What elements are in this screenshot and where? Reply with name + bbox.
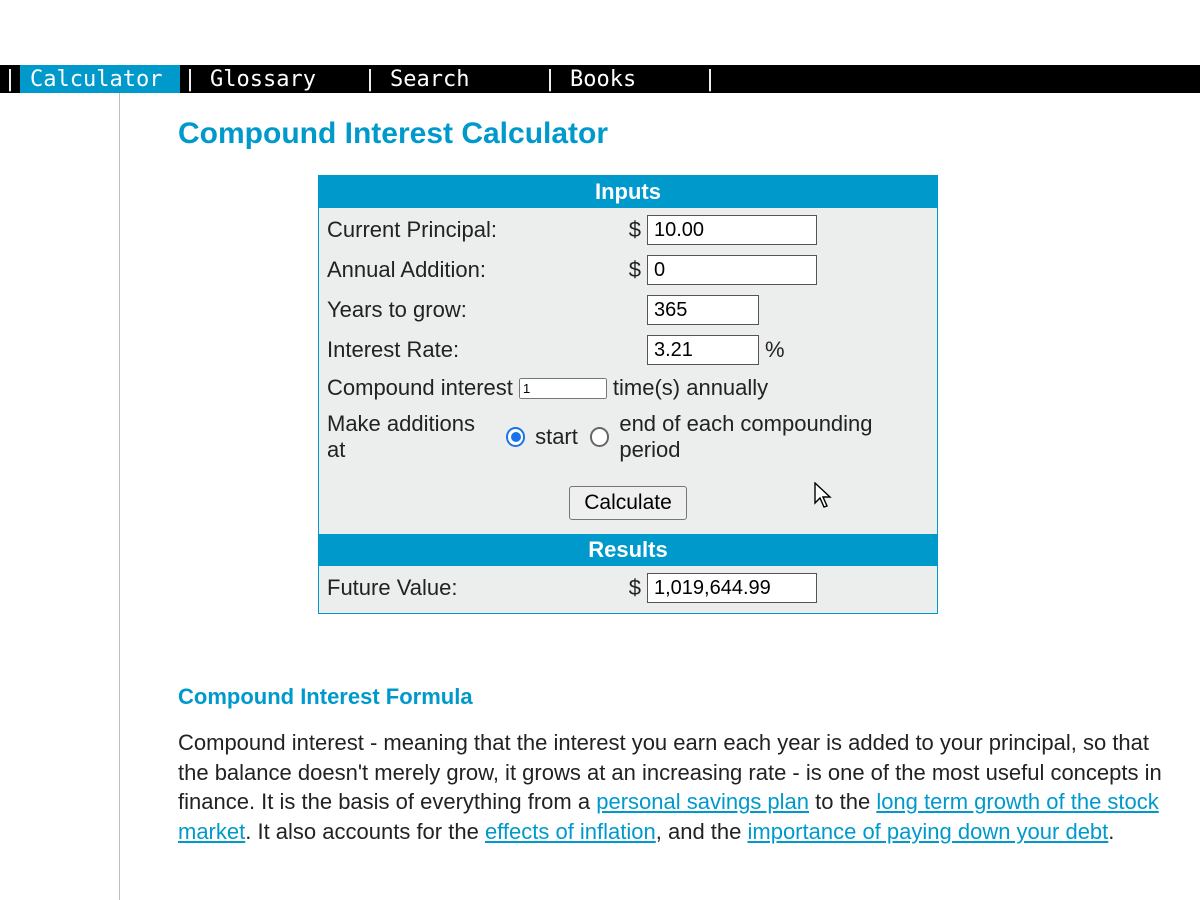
calculator-panel: Inputs Current Principal: $ Annual Addit…	[318, 175, 938, 614]
dollar-sign: $	[617, 575, 647, 601]
input-addition[interactable]	[647, 255, 817, 285]
label-end-suffix: end of each compounding period	[619, 411, 929, 463]
label-compound-suffix: time(s) annually	[613, 375, 768, 401]
nav-label: Books	[570, 67, 636, 92]
inputs-header: Inputs	[319, 176, 937, 208]
nav-separator: |	[0, 65, 20, 93]
link-personal-savings-plan[interactable]: personal savings plan	[596, 789, 809, 814]
nav-label: Search	[390, 67, 469, 92]
left-divider	[0, 93, 120, 865]
percent-sign: %	[765, 337, 785, 363]
row-principal: Current Principal: $	[319, 210, 937, 250]
label-future-value: Future Value:	[327, 575, 617, 601]
nav-item-search[interactable]: Search	[380, 65, 540, 93]
output-future-value[interactable]	[647, 573, 817, 603]
label-rate: Interest Rate:	[327, 337, 617, 363]
radio-start[interactable]	[506, 427, 525, 447]
row-future-value: Future Value: $	[319, 568, 937, 613]
link-paying-down-debt[interactable]: importance of paying down your debt	[748, 819, 1109, 844]
inputs-form: Current Principal: $ Annual Addition: $ …	[319, 208, 937, 534]
label-addition: Annual Addition:	[327, 257, 617, 283]
text-segment: .	[1108, 819, 1114, 844]
nav-label: Calculator	[30, 67, 162, 92]
main-content: Compound Interest Calculator Inputs Curr…	[120, 93, 1180, 865]
nav-separator: |	[180, 65, 200, 93]
input-rate[interactable]	[647, 335, 759, 365]
row-compound-times: Compound interest time(s) annually	[319, 370, 937, 406]
nav-separator: |	[700, 65, 720, 93]
link-effects-of-inflation[interactable]: effects of inflation	[485, 819, 656, 844]
nav-item-glossary[interactable]: Glossary	[200, 65, 360, 93]
nav-separator: |	[540, 65, 560, 93]
calculate-button[interactable]: Calculate	[569, 486, 687, 520]
top-whitespace	[0, 0, 1200, 65]
radio-end[interactable]	[590, 427, 609, 447]
row-calculate: Calculate	[319, 468, 937, 534]
nav-item-books[interactable]: Books	[560, 65, 700, 93]
row-addition-timing: Make additions at start end of each comp…	[319, 406, 937, 468]
results-header: Results	[319, 534, 937, 566]
row-rate: Interest Rate: %	[319, 330, 937, 370]
input-years[interactable]	[647, 295, 759, 325]
dollar-sign: $	[617, 217, 647, 243]
text-segment: to the	[809, 789, 876, 814]
label-principal: Current Principal:	[327, 217, 617, 243]
formula-paragraph: Compound interest - meaning that the int…	[178, 728, 1178, 847]
text-segment: . It also accounts for the	[245, 819, 485, 844]
row-addition: Annual Addition: $	[319, 250, 937, 290]
label-start: start	[535, 424, 578, 450]
input-principal[interactable]	[647, 215, 817, 245]
nav-item-calculator[interactable]: Calculator	[20, 65, 180, 93]
label-years: Years to grow:	[327, 297, 617, 323]
label-compound-prefix: Compound interest	[327, 375, 513, 401]
results-form: Future Value: $	[319, 566, 937, 613]
nav-label: Glossary	[210, 67, 316, 92]
dollar-sign: $	[617, 257, 647, 283]
page-title: Compound Interest Calculator	[178, 117, 1180, 151]
input-compound-times[interactable]	[519, 378, 607, 399]
label-additions-prefix: Make additions at	[327, 411, 494, 463]
formula-heading: Compound Interest Formula	[178, 684, 1180, 710]
nav-separator: |	[360, 65, 380, 93]
top-navbar: | Calculator | Glossary | Search | Books…	[0, 65, 1200, 93]
row-years: Years to grow:	[319, 290, 937, 330]
text-segment: , and the	[656, 819, 748, 844]
